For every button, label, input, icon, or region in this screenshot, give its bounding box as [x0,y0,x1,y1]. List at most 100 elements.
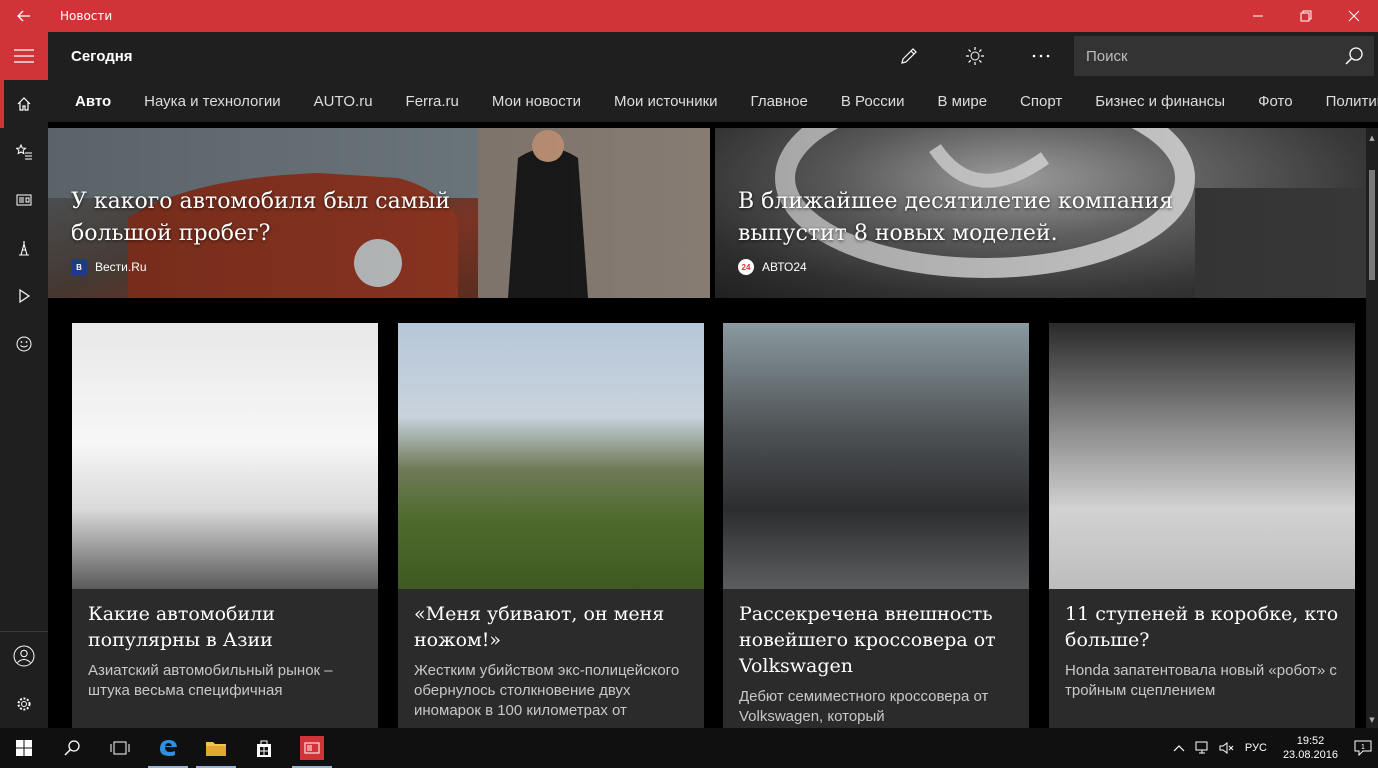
rail-bottom [0,631,48,728]
clock-date: 23.08.2016 [1282,749,1338,761]
card-description: Дебют семиместного кроссовера от Volkswa… [739,688,989,725]
home-icon [17,97,31,111]
tab-sport[interactable]: Спорт [1020,93,1062,110]
tab-world[interactable]: В мире [937,93,987,110]
hero-source-name: Вести.Ru [95,260,147,274]
news-feed: У какого автомобиля был самый большой пр… [48,128,1366,728]
tab-business[interactable]: Бизнес и финансы [1095,93,1225,110]
minimize-button[interactable] [1234,0,1282,32]
tray-overflow-button[interactable] [1167,744,1191,752]
search-box[interactable] [1074,36,1374,76]
card-title: «Меня убивают, он меня ножом!» [414,603,665,651]
edge-icon [160,740,177,756]
scroll-down-icon[interactable]: ▼ [1366,714,1378,726]
nav-entertainment[interactable] [0,320,48,368]
card-description: Жестким убийством экс-полицейского оберн… [414,662,680,719]
store-taskbar-button[interactable] [240,728,288,768]
search-icon [64,740,80,756]
back-arrow-icon [17,10,30,22]
card-image [72,323,378,589]
edge-taskbar-button[interactable] [144,728,192,768]
scroll-thumb[interactable] [1369,170,1375,280]
back-button[interactable] [0,0,48,32]
chevron-up-icon [1173,745,1185,752]
news-app-icon [300,736,324,760]
card-title: Какие автомобили популярны в Азии [88,603,275,651]
window-title: Новости [60,9,113,23]
nav-interests[interactable] [0,128,48,176]
close-button[interactable] [1330,0,1378,32]
title-bar: Новости [0,0,1378,32]
hamburger-menu-button[interactable] [0,32,48,80]
nav-home[interactable] [0,80,48,128]
pencil-icon [901,48,917,64]
page-header: Сегодня [48,32,1378,80]
tab-my-sources[interactable]: Мои источники [614,93,718,110]
more-button[interactable] [1008,32,1074,80]
notification-count: 1 [1361,744,1365,751]
edit-button[interactable] [876,32,942,80]
restore-button[interactable] [1282,0,1330,32]
task-view-button[interactable] [96,728,144,768]
hero-source: В Вести.Ru [71,259,147,275]
network-button[interactable] [1191,741,1215,755]
folder-icon [206,742,226,756]
account-button[interactable] [0,632,48,680]
task-view-icon [110,741,130,755]
avto24-logo-icon: 24 [738,259,754,275]
tab-science[interactable]: Наука и технологии [144,93,280,110]
search-input[interactable] [1086,47,1334,65]
nav-sources[interactable] [0,176,48,224]
tab-photo[interactable]: Фото [1258,93,1292,110]
explorer-taskbar-button[interactable] [192,728,240,768]
card-description: Азиатский автомобильный рынок – штука ве… [88,662,333,699]
smiley-icon [16,336,32,352]
volume-button[interactable] [1215,741,1239,755]
more-icon [1032,54,1050,58]
hero-article[interactable]: В ближайшее десятилетие компания выпусти… [715,128,1366,298]
restore-icon [1300,10,1312,22]
news-card[interactable]: 11 ступеней в коробке, кто больше? Honda… [1049,323,1355,728]
clock-time: 19:52 [1296,735,1325,747]
tab-auto[interactable]: Авто [75,93,111,110]
network-icon [1195,741,1208,754]
tab-russia[interactable]: В России [841,93,905,110]
card-image [398,323,704,589]
card-title: Рассекречена внешность новейшего кроссов… [739,603,996,677]
news-card[interactable]: Рассекречена внешность новейшего кроссов… [723,323,1029,728]
nav-video[interactable] [0,272,48,320]
search-button[interactable] [1334,36,1374,76]
tab-main[interactable]: Главное [751,93,808,110]
landmark-icon [19,241,29,256]
news-card[interactable]: «Меня убивают, он меня ножом!» Жестким у… [398,323,704,728]
tab-ferra[interactable]: Ferra.ru [406,93,459,110]
hero-headline: В ближайшее десятилетие компания выпусти… [738,189,1174,246]
nav-local[interactable] [0,224,48,272]
star-list-icon [16,144,32,160]
account-icon [13,645,35,667]
start-button[interactable] [0,728,48,768]
vertical-scrollbar[interactable]: ▲ ▼ [1366,128,1378,728]
hero-article[interactable]: У какого автомобиля был самый большой пр… [48,128,710,298]
settings-button[interactable] [0,680,48,728]
language-indicator[interactable]: РУС [1239,742,1273,754]
hamburger-icon [14,49,34,63]
sun-icon [966,47,984,65]
clock[interactable]: 19:52 23.08.2016 [1273,734,1348,762]
news-card[interactable]: Какие автомобили популярны в Азии Азиатс… [72,323,378,728]
action-center-button[interactable]: 1 [1348,740,1378,756]
volume-muted-icon [1219,742,1234,754]
newspaper-icon [16,194,32,206]
system-tray: РУС 19:52 23.08.2016 1 [1167,728,1378,768]
card-image [723,323,1029,589]
search-taskbar-button[interactable] [48,728,96,768]
gear-icon [17,697,31,711]
search-icon [1345,47,1363,65]
tab-politics[interactable]: Политика [1326,93,1378,110]
tab-autoru[interactable]: AUTO.ru [314,93,373,110]
theme-button[interactable] [942,32,1008,80]
tab-my-news[interactable]: Мои новости [492,93,581,110]
news-app-taskbar-button[interactable] [288,728,336,768]
play-icon [19,288,31,304]
scroll-up-icon[interactable]: ▲ [1366,132,1378,144]
